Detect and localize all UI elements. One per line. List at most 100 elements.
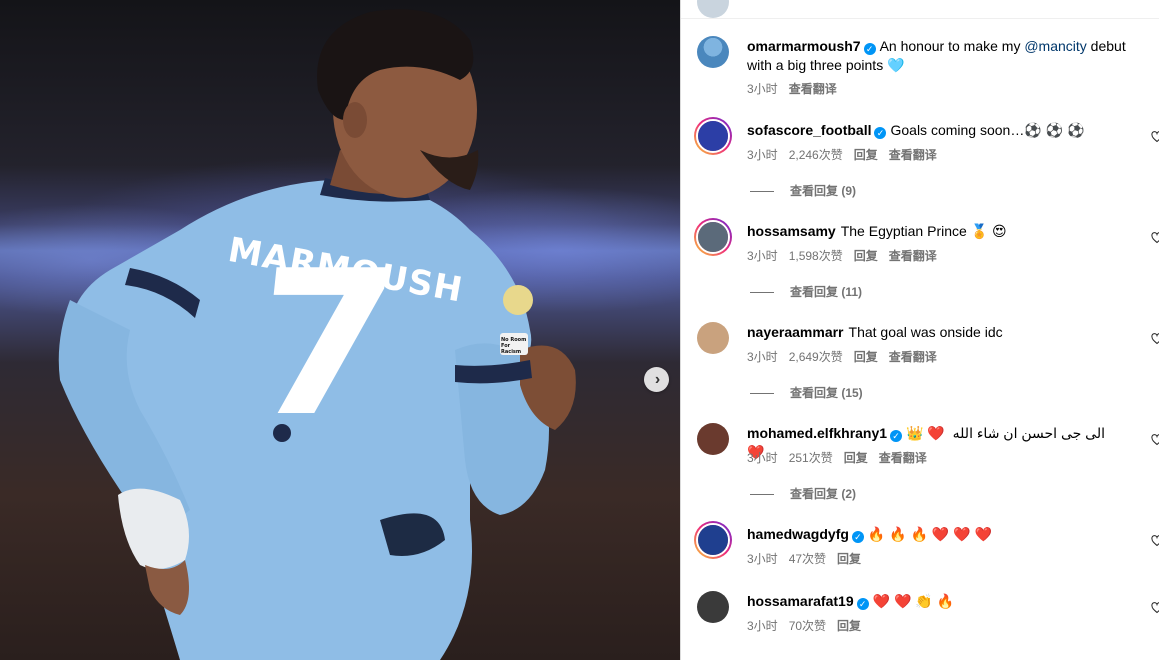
view-replies-button[interactable]: 查看回复 (11) [750,284,862,300]
timestamp: 3小时 [747,249,778,263]
comment-username[interactable]: mohamed.elfkhrany1 [747,425,887,441]
comments-panel: omarmarmoush7 ✓ An honour to make my @manc… [681,0,1159,660]
comment-body: ❤️ ❤️ 👏 🔥 [872,593,955,609]
comment-body: The Egyptian Prince 🏅 😍 [840,223,1007,239]
comment: الى جى احسن ان شاء الله mohamed.elfkhrany… [681,423,1159,509]
comment-text: hamedwagdyfg ✓ 🔥 🔥 🔥 ❤️ ❤️ ❤️ [747,525,1139,544]
post-media: MARMOUSH 7 No Room For Racism › [0,0,680,660]
translate-button[interactable]: 查看翻译 [789,82,837,96]
comment-meta: 3小时 2,246次赞 回复 查看翻译 [747,147,948,163]
timestamp: 3小时 [747,451,778,465]
replies-dash [750,190,774,192]
heart-icon[interactable] [1151,434,1159,446]
comment-username[interactable]: hossamsamy [747,223,836,239]
avatar[interactable] [694,521,732,559]
reply-button[interactable]: 回复 [854,148,878,162]
heart-icon[interactable] [1151,232,1159,244]
chevron-right-icon: › [654,370,661,388]
reply-button[interactable]: 回复 [837,619,861,633]
heart-icon[interactable] [1151,131,1159,143]
avatar[interactable] [694,117,732,155]
comment-meta: 3小时 251次赞 回复 查看翻译 [747,450,938,466]
view-replies-label: 查看回复 (9) [790,184,857,198]
heart-icon[interactable] [1151,602,1159,614]
comment-text: nayeraammarr That goal was onside idc [747,323,1139,342]
comment-meta: 3小时 2,649次赞 回复 查看翻译 [747,349,948,365]
translate-button[interactable]: 查看翻译 [889,249,937,263]
comment-username[interactable]: hossamarafat19 [747,593,854,609]
comment-username[interactable]: hamedwagdyfg [747,526,849,542]
view-replies-label: 查看回复 (11) [790,285,863,299]
comment-body: That goal was onside idc [848,324,1003,340]
mention-link[interactable]: @mancity [1024,38,1086,54]
caption-meta: 3小时 查看翻译 [747,81,848,97]
verified-badge-icon: ✓ [874,127,887,139]
comment: hamedwagdyfg ✓ 🔥 🔥 🔥 ❤️ ❤️ ❤️ 3小时 47次赞 回复 [681,521,1159,574]
timestamp: 3小时 [747,552,778,566]
reply-button[interactable]: 回复 [837,552,861,566]
replies-dash [750,291,774,293]
view-replies-button[interactable]: 查看回复 (9) [750,183,856,199]
like-count[interactable]: 2,246次赞 [789,148,843,162]
comment: hossamsamy The Egyptian Prince 🏅 😍 3小时 1,59… [681,218,1159,307]
avatar[interactable] [697,322,729,354]
verified-badge-icon: ✓ [856,598,869,610]
comment: hossamarafat19 ✓ ❤️ ❤️ 👏 🔥 3小时 70次赞 回复 [681,591,1159,641]
comment-meta: 3小时 47次赞 回复 [747,551,872,567]
comment: nayeraammarr That goal was onside idc 3小时 2… [681,322,1159,408]
timestamp: 3小时 [747,350,778,364]
header-avatar[interactable] [697,0,729,18]
comment-meta: 3小时 1,598次赞 回复 查看翻译 [747,248,948,264]
avatar-image [697,591,729,623]
timestamp: 3小时 [747,619,778,633]
like-count[interactable]: 1,598次赞 [789,249,843,263]
view-replies-button[interactable]: 查看回复 (2) [750,486,856,502]
jersey-number: 7 [242,228,407,461]
heart-icon[interactable] [1151,333,1159,345]
like-count[interactable]: 251次赞 [789,451,833,465]
comment-text: hossamarafat19 ✓ ❤️ ❤️ 👏 🔥 [747,592,1139,611]
verified-badge-icon: ✓ [863,43,876,55]
comment-username[interactable]: sofascore_football [747,122,871,138]
avatar-image [697,423,729,455]
view-replies-label: 查看回复 (15) [790,386,863,400]
comment: sofascore_football ✓ Goals coming soon…⚽️ … [681,117,1159,206]
reply-button[interactable]: 回复 [844,451,868,465]
avatar[interactable] [694,218,732,256]
caption-text: omarmarmoush7 ✓ An honour to make my @manc… [747,37,1139,75]
like-count[interactable]: 2,649次赞 [789,350,843,364]
avatar[interactable] [697,423,729,455]
comment-body: Goals coming soon…⚽️ ⚽️ ⚽️ [890,122,1085,138]
sleeve-badge-text: No Room For Racism [501,337,527,353]
view-replies-button[interactable]: 查看回复 (15) [750,385,863,401]
avatar-image [698,222,728,252]
view-replies-label: 查看回复 (2) [790,487,857,501]
avatar-image [698,121,728,151]
header-divider [681,18,1159,19]
like-count[interactable]: 47次赞 [789,552,826,566]
comment-username[interactable]: nayeraammarr [747,324,844,340]
comment-body: 🔥 🔥 🔥 ❤️ ❤️ ❤️ [867,526,992,542]
comment-text-rtl: الى جى احسن ان شاء الله [952,425,1105,441]
like-count[interactable]: 70次赞 [789,619,826,633]
caption-username[interactable]: omarmarmoush7 [747,38,861,54]
comment-text: hossamsamy The Egyptian Prince 🏅 😍 [747,222,1139,241]
avatar-image [697,322,729,354]
timestamp: 3小时 [747,148,778,162]
avatar[interactable] [697,591,729,623]
replies-dash [750,493,774,495]
verified-badge-icon: ✓ [851,531,864,543]
verified-badge-icon: ✓ [890,430,903,442]
reply-button[interactable]: 回复 [854,350,878,364]
translate-button[interactable]: 查看翻译 [889,350,937,364]
comment-meta: 3小时 70次赞 回复 [747,618,872,634]
reply-button[interactable]: 回复 [854,249,878,263]
replies-dash [750,392,774,394]
avatar[interactable] [697,36,729,68]
heart-icon[interactable] [1151,535,1159,547]
avatar-image [698,525,728,555]
translate-button[interactable]: 查看翻译 [889,148,937,162]
carousel-next-button[interactable]: › [644,367,669,392]
caption-text-part: An honour to make my [879,38,1025,54]
translate-button[interactable]: 查看翻译 [879,451,927,465]
